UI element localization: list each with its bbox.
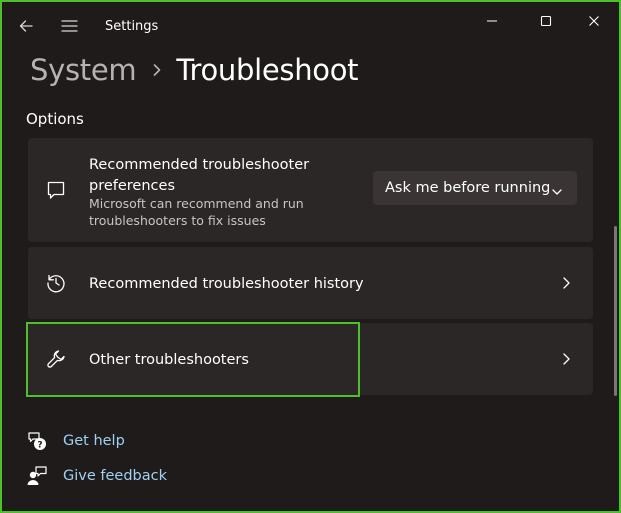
back-arrow-icon bbox=[19, 20, 33, 32]
title-bar: Settings bbox=[2, 2, 619, 50]
chevron-down-icon bbox=[551, 182, 563, 201]
give-feedback-link[interactable]: Give feedback bbox=[26, 465, 167, 487]
card-title: Recommended troubleshooter history bbox=[89, 276, 364, 292]
troubleshooter-preference-dropdown[interactable]: Ask me before running bbox=[373, 171, 577, 205]
minimize-button[interactable] bbox=[469, 6, 515, 36]
card-description-line1: Microsoft can recommend and run bbox=[89, 196, 304, 211]
hamburger-icon bbox=[60, 20, 78, 32]
help-icon: ? bbox=[26, 430, 48, 452]
scrollbar-thumb[interactable] bbox=[614, 226, 617, 396]
card-title-line2: preferences bbox=[89, 178, 175, 194]
maximize-icon bbox=[540, 15, 552, 27]
minimize-icon bbox=[487, 20, 497, 22]
wrench-icon bbox=[44, 347, 68, 371]
page-title: Troubleshoot bbox=[176, 53, 359, 87]
breadcrumb: System Troubleshoot bbox=[30, 50, 359, 90]
get-help-link[interactable]: ? Get help bbox=[26, 430, 125, 452]
dropdown-selected-value: Ask me before running bbox=[385, 180, 551, 196]
close-icon bbox=[589, 16, 599, 26]
svg-text:?: ? bbox=[37, 441, 42, 451]
card-title: Other troubleshooters bbox=[89, 352, 249, 368]
card-title-line1: Recommended troubleshooter bbox=[89, 157, 310, 173]
chevron-right-icon bbox=[561, 276, 571, 290]
card-description-line2: troubleshooters to fix issues bbox=[89, 213, 266, 228]
chevron-right-icon bbox=[561, 352, 571, 366]
section-title-options: Options bbox=[26, 110, 84, 128]
back-button[interactable] bbox=[10, 12, 42, 40]
breadcrumb-system-link[interactable]: System bbox=[30, 53, 137, 87]
card-recommended-preferences: Recommended troubleshooter preferences M… bbox=[28, 138, 593, 242]
get-help-label: Get help bbox=[63, 433, 125, 449]
card-other-troubleshooters[interactable]: Other troubleshooters bbox=[28, 323, 593, 395]
history-icon bbox=[44, 271, 68, 295]
chevron-right-icon bbox=[152, 63, 162, 77]
settings-window: Settings System Troubleshoot Options Rec… bbox=[2, 2, 619, 511]
feedback-icon bbox=[26, 465, 48, 487]
card-troubleshooter-history[interactable]: Recommended troubleshooter history bbox=[28, 247, 593, 319]
nav-menu-button[interactable] bbox=[53, 12, 85, 40]
close-button[interactable] bbox=[571, 6, 617, 36]
window-title: Settings bbox=[105, 19, 159, 34]
chat-icon bbox=[44, 178, 68, 202]
give-feedback-label: Give feedback bbox=[63, 468, 167, 484]
maximize-button[interactable] bbox=[523, 6, 569, 36]
